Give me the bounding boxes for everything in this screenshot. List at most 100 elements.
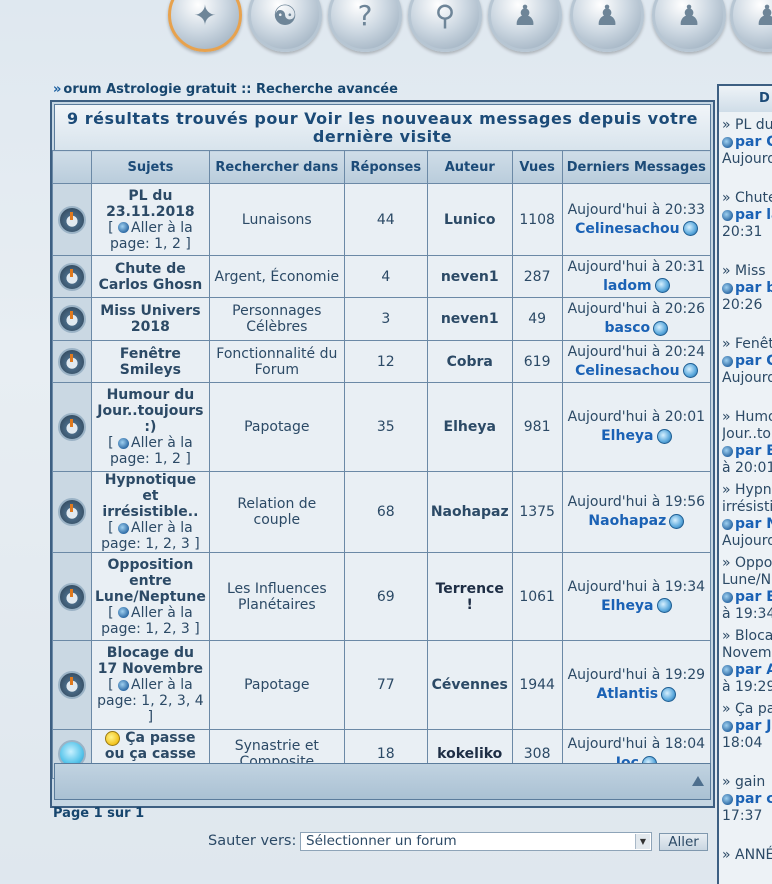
goto-last-post-icon[interactable] (669, 513, 685, 529)
breadcrumb-link[interactable]: orum Astrologie gratuit :: Recherche ava… (63, 82, 398, 97)
sidebar-item[interactable]: » Misspar ba20:26 (722, 258, 772, 331)
sidebar-item[interactable]: » Hypnirrésistipar NAujourd (722, 477, 772, 550)
back-to-top-icon[interactable] (692, 776, 704, 786)
goto-last-post-icon[interactable] (654, 278, 670, 293)
sidebar-item[interactable]: » Chutepar la20:31 (722, 185, 772, 258)
sidebar-item[interactable]: » HumoJour..topar Elà 20:01 (722, 404, 772, 477)
sidebar-line: » Chute (722, 190, 772, 207)
users-icon[interactable]: ♟ (652, 0, 726, 52)
topic-title-link[interactable]: Chute de Carlos Ghosn (99, 261, 203, 293)
sidebar-text[interactable]: par El (735, 443, 772, 459)
forum-link[interactable]: Personnages Célèbres (232, 303, 321, 335)
sidebar-text[interactable]: par N (735, 516, 772, 532)
sidebar-text[interactable]: par Jo (735, 718, 772, 734)
topic-subject-cell: Humour du Jour..toujours :)[ Aller à la … (91, 382, 210, 472)
astrology-wheel-icon[interactable]: ✦ (168, 0, 242, 52)
last-poster-link[interactable]: basco (604, 320, 650, 336)
sidebar-text[interactable]: par ca (735, 791, 772, 807)
sidebar-item[interactable]: » gainpar ca17:37 (722, 769, 772, 842)
author-link[interactable]: Terrence ! (426, 552, 513, 641)
sidebar-text[interactable]: par C (735, 134, 772, 150)
results-title: 9 résultats trouvés pour Voir les nouvea… (54, 104, 711, 152)
goto-page-links[interactable]: [ Aller à la page: 1, 2, 3, 4 ] (97, 677, 203, 725)
forum-link[interactable]: Fonctionnalité du Forum (216, 346, 337, 378)
help-icon[interactable]: ☯ (248, 0, 322, 52)
sidebar-item[interactable]: » Fenêt par C Aujourd (722, 331, 772, 404)
forum-link[interactable]: Les Influences Planétaires (227, 581, 327, 613)
table-row: Miss Univers 2018 Personnages Célèbres 3… (52, 297, 712, 341)
topic-subject-cell: Hypnotique et irrésistible..[ Aller à la… (91, 471, 210, 553)
goto-last-post-icon[interactable] (682, 221, 698, 236)
users-icon[interactable]: ♟ (730, 0, 772, 52)
groups-icon[interactable]: ♟ (570, 0, 644, 52)
page-links[interactable]: Aller à la page: 1, 2, 3 ] (101, 520, 200, 552)
sidebar-line: par ba (722, 280, 772, 297)
column-header-replies: Réponses (343, 150, 428, 184)
breadcrumb[interactable]: » orum Astrologie gratuit :: Recherche av… (53, 82, 398, 97)
last-poster-link[interactable]: Atlantis (597, 686, 659, 702)
author-link[interactable]: Lunico (426, 183, 513, 256)
forum-link[interactable]: Argent, Économie (215, 269, 340, 285)
forum-jump-select[interactable]: Sélectionner un forum ▼ (300, 832, 652, 851)
sidebar-item[interactable]: » PL du par C Aujourd (722, 112, 772, 185)
views-count: 287 (511, 255, 563, 298)
chevron-down-icon[interactable]: ▼ (635, 834, 650, 849)
last-poster-link[interactable]: ladom (603, 278, 651, 294)
goto-page-links[interactable]: [ Aller à la page: 1, 2, 3 ] (101, 605, 200, 637)
sidebar-line: 20:26 (722, 297, 772, 314)
page-links[interactable]: Aller à la page: 1, 2, 3, 4 ] (97, 677, 203, 725)
topic-title-link[interactable]: Hypnotique et irrésistible.. (102, 472, 198, 520)
sidebar-text[interactable]: par At (735, 662, 772, 678)
search-icon[interactable]: ⚲ (408, 0, 482, 52)
topic-title-link[interactable]: Humour du Jour..toujours :) (97, 387, 203, 435)
help-icon[interactable]: ? (328, 0, 402, 52)
topic-title-link[interactable]: Opposition entre Lune/Neptune (95, 557, 206, 605)
goto-page-links[interactable]: [ Aller à la page: 1, 2 ] (108, 435, 193, 467)
topic-status-cell (52, 297, 92, 341)
sidebar-text: Aujourd (722, 533, 772, 549)
last-poster-link[interactable]: Naohapaz (588, 513, 666, 529)
last-poster-link[interactable]: Celinesachou (575, 221, 679, 237)
forum-link[interactable]: Papotage (244, 419, 309, 435)
sidebar-item[interactable]: » ANNÉ (722, 842, 772, 884)
author-link[interactable]: neven1 (426, 297, 513, 341)
goto-last-post-icon[interactable] (656, 598, 672, 613)
forum-link[interactable]: Lunaisons (242, 212, 312, 228)
sidebar-item[interactable]: » BlocaNovembpar Atà 19:29 (722, 623, 772, 696)
last-message-cell: Aujourd'hui à 20:33 Celinesachou (561, 183, 712, 256)
goto-last-post-icon[interactable] (682, 363, 698, 378)
goto-last-post-icon[interactable] (653, 320, 669, 336)
author-link[interactable]: Naohapaz (426, 471, 513, 553)
forum-link[interactable]: Relation de couple (237, 496, 316, 528)
goto-last-post-icon[interactable] (661, 686, 677, 702)
topic-title-link[interactable]: PL du 23.11.2018 (106, 188, 195, 220)
goto-last-post-icon[interactable] (656, 428, 672, 444)
sidebar-item[interactable]: » OppoLune/Npar Elà 19:34 (722, 550, 772, 623)
go-button[interactable]: Aller (659, 833, 708, 851)
topic-forum-cell: Papotage (208, 382, 345, 472)
author-link[interactable]: Elheya (426, 382, 513, 472)
page-links[interactable]: Aller à la page: 1, 2, 3 ] (101, 605, 200, 637)
author-link[interactable]: Cobra (426, 340, 513, 383)
topic-title-link[interactable]: Blocage du 17 Novembre (98, 645, 203, 677)
author-link[interactable]: Cévennes (426, 640, 513, 730)
sidebar-text[interactable]: par El (735, 589, 772, 605)
sidebar-text[interactable]: par ba (735, 280, 772, 296)
members-icon[interactable]: ♟ (488, 0, 562, 52)
sidebar-text: » Bloca (722, 628, 772, 644)
column-header-subjects: Sujets (91, 150, 210, 184)
topic-title-link[interactable]: Miss Univers 2018 (100, 303, 200, 335)
sidebar-text[interactable]: par la (735, 207, 772, 223)
goto-page-links[interactable]: [ Aller à la page: 1, 2 ] (108, 220, 193, 252)
sidebar-text: » Oppo (722, 555, 772, 571)
goto-page-links[interactable]: [ Aller à la page: 1, 2, 3 ] (101, 520, 200, 552)
sidebar-item[interactable]: » Ça papar Jo18:04 (722, 696, 772, 769)
forum-link[interactable]: Papotage (244, 677, 309, 693)
sidebar-text[interactable]: par C (735, 353, 772, 369)
last-poster-link[interactable]: Elheya (601, 428, 653, 444)
globe-icon (118, 679, 130, 691)
topic-title-link[interactable]: Fenêtre Smileys (120, 346, 181, 378)
last-poster-link[interactable]: Celinesachou (575, 363, 679, 379)
author-link[interactable]: neven1 (426, 255, 513, 298)
last-poster-link[interactable]: Elheya (601, 598, 653, 614)
